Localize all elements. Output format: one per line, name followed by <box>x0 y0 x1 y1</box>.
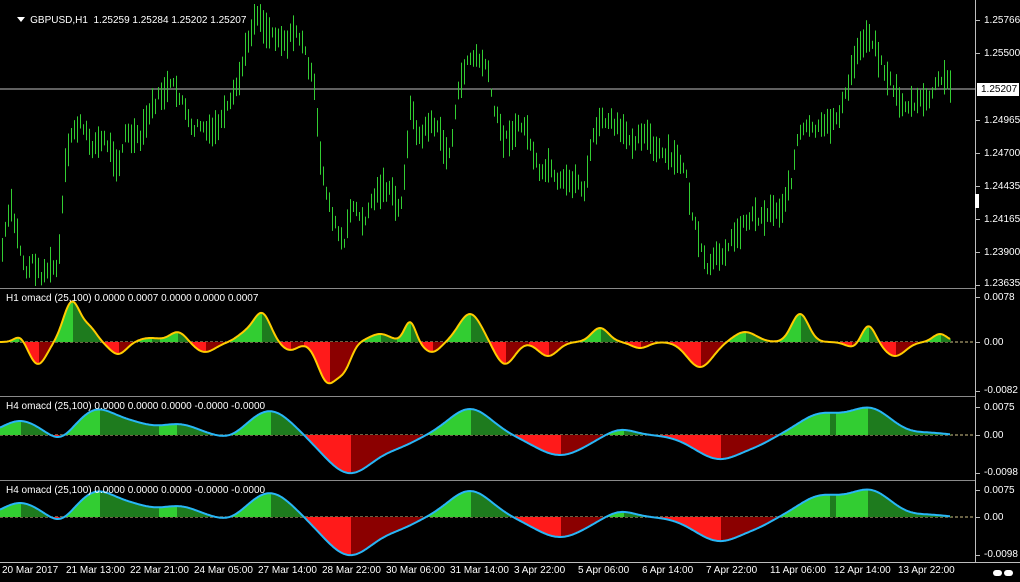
price-tick: 1.23635 <box>984 278 1020 289</box>
time-label: 7 Apr 22:00 <box>706 565 758 576</box>
h1-omacd-label: H1 omacd (25,100) 0.0000 0.0007 0.0000 0… <box>6 293 259 304</box>
indicator-tick: 0.0075 <box>984 402 1015 413</box>
time-label: 28 Mar 22:00 <box>322 565 381 576</box>
time-label: 6 Apr 14:00 <box>642 565 694 576</box>
time-label: 22 Mar 21:00 <box>130 565 189 576</box>
h4-omacd-label: H4 omacd (25,100) 0.0000 0.0000 0.0000 -… <box>6 485 266 496</box>
time-label: 27 Mar 14:00 <box>258 565 317 576</box>
time-label: 5 Apr 06:00 <box>578 565 630 576</box>
indicator-tick: -0.0098 <box>984 467 1018 478</box>
price-chart-pane[interactable]: GBPUSD,H1 1.25259 1.25284 1.25202 1.2520… <box>0 0 975 288</box>
indicator-tick: 0.0075 <box>984 485 1015 496</box>
indicator-tick: 0.00 <box>984 337 1004 348</box>
indicator-pane-h4-b[interactable]: H4 omacd (25,100) 0.0000 0.0000 0.0000 -… <box>0 481 975 562</box>
resize-grip-icon[interactable] <box>992 568 1014 578</box>
price-tick: 1.25500 <box>984 48 1020 59</box>
indicator-tick: -0.0082 <box>984 385 1018 396</box>
price-tick: 1.24965 <box>984 115 1020 126</box>
time-label: 3 Apr 22:00 <box>514 565 566 576</box>
h4-omacd-label: H4 omacd (25,100) 0.0000 0.0000 0.0000 -… <box>6 401 266 412</box>
time-axis[interactable]: 20 Mar 2017 21 Mar 13:00 22 Mar 21:00 24… <box>0 562 1020 582</box>
chart-shift-marker[interactable] <box>975 194 979 208</box>
indicator-tick: 0.0078 <box>984 292 1015 303</box>
indicator-tick: 0.00 <box>984 430 1004 441</box>
time-label: 13 Apr 22:00 <box>898 565 955 576</box>
price-tick: 1.25766 <box>984 15 1020 26</box>
time-label: 11 Apr 06:00 <box>770 565 826 576</box>
price-tick: 1.24165 <box>984 214 1020 225</box>
current-price-label: 1.25207 <box>977 83 1019 96</box>
time-label: 12 Apr 14:00 <box>834 565 891 576</box>
price-tick: 1.23900 <box>984 247 1020 258</box>
time-label: 20 Mar 2017 <box>2 565 59 576</box>
h1-omacd-histogram <box>0 300 975 385</box>
indicator-tick: -0.0098 <box>984 549 1018 560</box>
price-tick: 1.24700 <box>984 148 1020 159</box>
indicator-pane-h4-a[interactable]: H4 omacd (25,100) 0.0000 0.0000 0.0000 -… <box>0 397 975 480</box>
price-tick: 1.24435 <box>984 181 1020 192</box>
time-label: 24 Mar 05:00 <box>194 565 253 576</box>
time-label: 21 Mar 13:00 <box>66 565 125 576</box>
price-bars <box>0 4 975 286</box>
time-label: 30 Mar 06:00 <box>386 565 445 576</box>
indicator-pane-h1[interactable]: H1 omacd (25,100) 0.0000 0.0007 0.0000 0… <box>0 289 975 396</box>
indicator-tick: 0.00 <box>984 512 1004 523</box>
time-label: 31 Mar 14:00 <box>450 565 509 576</box>
